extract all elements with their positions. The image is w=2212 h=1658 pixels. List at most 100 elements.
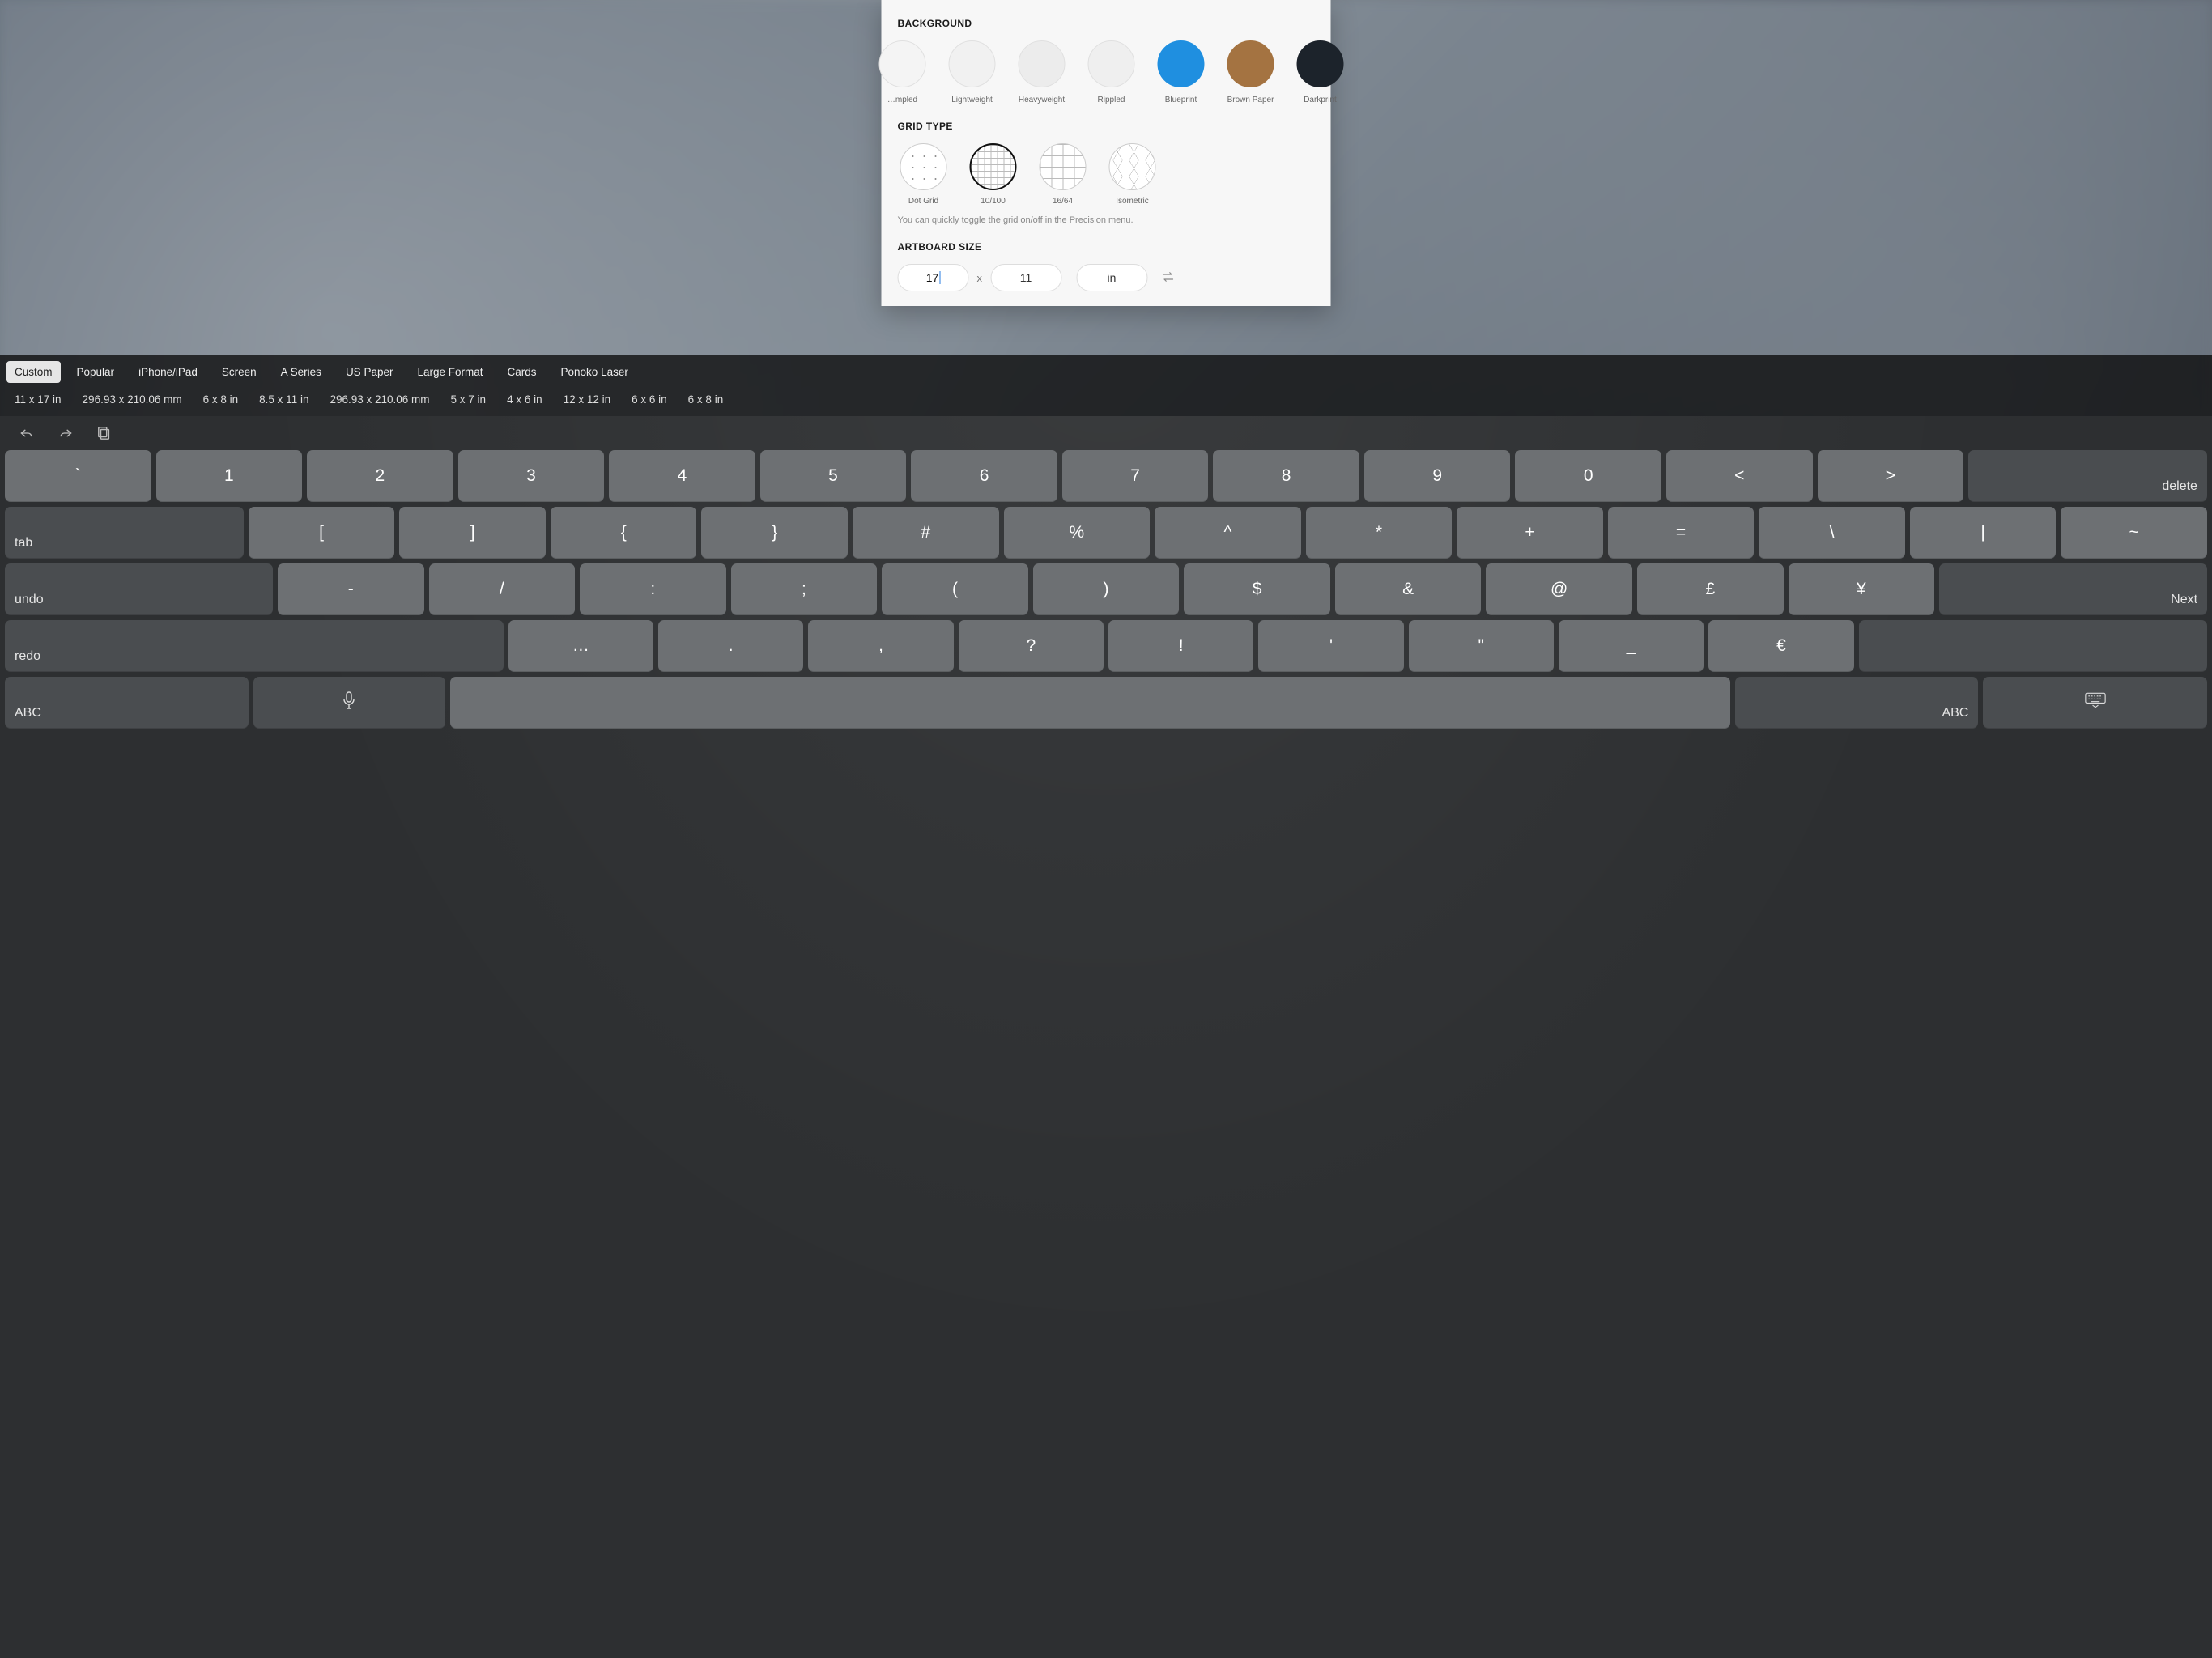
copy-icon[interactable] xyxy=(96,424,113,442)
key-8[interactable]: 8 xyxy=(1213,450,1359,502)
key-redo[interactable]: redo xyxy=(5,620,504,672)
key-ellipsis[interactable]: … xyxy=(508,620,653,672)
key-apos[interactable]: ' xyxy=(1258,620,1403,672)
key-tilde[interactable]: ~ xyxy=(2061,507,2207,559)
dim-5[interactable]: 5 x 7 in xyxy=(448,391,490,408)
key-amp[interactable]: & xyxy=(1335,563,1482,615)
bg-swatch-4[interactable]: Blueprint xyxy=(1155,40,1207,104)
key-quote[interactable]: " xyxy=(1409,620,1554,672)
key-star[interactable]: * xyxy=(1306,507,1453,559)
dim-4[interactable]: 296.93 x 210.06 mm xyxy=(326,391,432,408)
key-row-1: ` 1 2 3 4 5 6 7 8 9 0 < > delete xyxy=(0,450,2212,502)
key-period[interactable]: . xyxy=(658,620,803,672)
cat-aseries[interactable]: A Series xyxy=(273,361,330,383)
bg-swatch-1[interactable]: Lightweight xyxy=(946,40,998,104)
key-semicolon[interactable]: ; xyxy=(731,563,878,615)
key-backslash[interactable]: \ xyxy=(1759,507,1905,559)
key-dollar[interactable]: $ xyxy=(1184,563,1330,615)
keyboard: ` 1 2 3 4 5 6 7 8 9 0 < > delete tab [ ]… xyxy=(0,416,2212,1658)
grid-iso[interactable]: Isometric xyxy=(1107,143,1159,206)
key-caret[interactable]: ^ xyxy=(1155,507,1301,559)
key-dismiss[interactable] xyxy=(1983,677,2207,729)
key-abc-right[interactable]: ABC xyxy=(1735,677,1979,729)
dim-1[interactable]: 296.93 x 210.06 mm xyxy=(79,391,185,408)
grid-16-64[interactable]: 16/64 xyxy=(1037,143,1089,206)
bg-swatch-0[interactable]: …mpled xyxy=(877,40,929,104)
key-0[interactable]: 0 xyxy=(1515,450,1661,502)
swap-orientation-icon[interactable] xyxy=(1155,266,1180,290)
cat-screen[interactable]: Screen xyxy=(214,361,265,383)
key-pipe[interactable]: | xyxy=(1910,507,2057,559)
key-rbrace[interactable]: } xyxy=(701,507,848,559)
dim-7[interactable]: 12 x 12 in xyxy=(560,391,615,408)
cat-uspaper[interactable]: US Paper xyxy=(338,361,402,383)
cat-large[interactable]: Large Format xyxy=(409,361,491,383)
key-1[interactable]: 1 xyxy=(156,450,303,502)
key-rparen[interactable]: ) xyxy=(1033,563,1180,615)
width-input[interactable]: 17 xyxy=(898,264,969,291)
key-7[interactable]: 7 xyxy=(1062,450,1209,502)
key-gt[interactable]: > xyxy=(1818,450,1964,502)
preset-dimensions: 11 x 17 in 296.93 x 210.06 mm 6 x 8 in 8… xyxy=(6,391,2206,408)
key-9[interactable]: 9 xyxy=(1364,450,1511,502)
background-title: BACKGROUND xyxy=(898,18,1315,29)
key-yen[interactable]: ¥ xyxy=(1789,563,1935,615)
dim-8[interactable]: 6 x 6 in xyxy=(628,391,670,408)
bg-swatch-2[interactable]: Heavyweight xyxy=(1016,40,1068,104)
bg-swatch-6[interactable]: Darkprint xyxy=(1295,40,1346,104)
key-tab[interactable]: tab xyxy=(5,507,244,559)
background-swatches: …mpled Lightweight Heavyweight Rippled B… xyxy=(877,40,1315,104)
key-bang[interactable]: ! xyxy=(1108,620,1253,672)
height-input[interactable]: 11 xyxy=(990,264,1061,291)
key-pound[interactable]: £ xyxy=(1637,563,1784,615)
key-hash[interactable]: # xyxy=(853,507,999,559)
redo-icon[interactable] xyxy=(57,424,74,442)
key-minus[interactable]: - xyxy=(278,563,424,615)
key-backtick[interactable]: ` xyxy=(5,450,151,502)
undo-icon[interactable] xyxy=(18,424,36,442)
cat-ponoko[interactable]: Ponoko Laser xyxy=(553,361,636,383)
key-percent[interactable]: % xyxy=(1004,507,1151,559)
dim-9[interactable]: 6 x 8 in xyxy=(685,391,727,408)
key-slash[interactable]: / xyxy=(429,563,576,615)
cat-iphone[interactable]: iPhone/iPad xyxy=(130,361,206,383)
key-2[interactable]: 2 xyxy=(307,450,453,502)
dim-3[interactable]: 8.5 x 11 in xyxy=(256,391,312,408)
key-abc-left[interactable]: ABC xyxy=(5,677,249,729)
key-lbrack[interactable]: [ xyxy=(249,507,395,559)
cat-cards[interactable]: Cards xyxy=(500,361,545,383)
key-underscore[interactable]: _ xyxy=(1559,620,1704,672)
key-delete[interactable]: delete xyxy=(1968,450,2207,502)
key-eq[interactable]: = xyxy=(1608,507,1755,559)
dim-2[interactable]: 6 x 8 in xyxy=(200,391,242,408)
bg-swatch-3[interactable]: Rippled xyxy=(1086,40,1138,104)
keyboard-dismiss-icon xyxy=(2085,692,2106,713)
cat-custom[interactable]: Custom xyxy=(6,361,61,383)
dim-0[interactable]: 11 x 17 in xyxy=(11,391,65,408)
key-question[interactable]: ? xyxy=(959,620,1104,672)
key-6[interactable]: 6 xyxy=(911,450,1057,502)
key-rbrack[interactable]: ] xyxy=(399,507,546,559)
key-comma[interactable]: , xyxy=(808,620,953,672)
key-next[interactable]: Next xyxy=(1939,563,2207,615)
unit-select[interactable]: in xyxy=(1076,264,1147,291)
key-lbrace[interactable]: { xyxy=(551,507,697,559)
grid-10-100[interactable]: 10/100 xyxy=(968,143,1019,206)
key-plus[interactable]: + xyxy=(1457,507,1603,559)
key-undo[interactable]: undo xyxy=(5,563,273,615)
key-colon[interactable]: : xyxy=(580,563,726,615)
key-lparen[interactable]: ( xyxy=(882,563,1028,615)
key-mic[interactable] xyxy=(253,677,445,729)
key-3[interactable]: 3 xyxy=(458,450,605,502)
key-4[interactable]: 4 xyxy=(609,450,755,502)
grid-dot[interactable]: Dot Grid xyxy=(898,143,950,206)
key-blank[interactable] xyxy=(1859,620,2207,672)
dim-6[interactable]: 4 x 6 in xyxy=(504,391,546,408)
key-space[interactable] xyxy=(450,677,1730,729)
key-euro[interactable]: € xyxy=(1708,620,1853,672)
bg-swatch-5[interactable]: Brown Paper xyxy=(1225,40,1277,104)
key-at[interactable]: @ xyxy=(1486,563,1632,615)
cat-popular[interactable]: Popular xyxy=(69,361,123,383)
key-5[interactable]: 5 xyxy=(760,450,907,502)
key-lt[interactable]: < xyxy=(1666,450,1813,502)
